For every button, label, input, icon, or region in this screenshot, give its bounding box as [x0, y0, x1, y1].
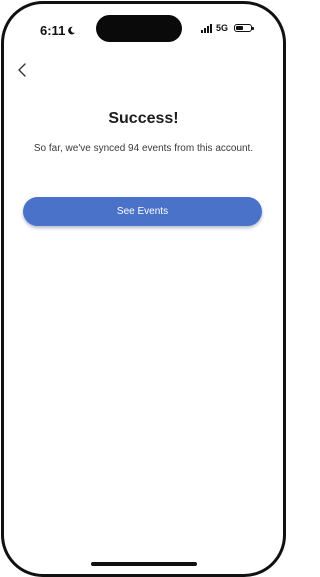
- sync-message: So far, we've synced 94 events from this…: [33, 143, 254, 154]
- status-time: 6:11: [40, 23, 76, 38]
- see-events-button[interactable]: See Events: [23, 197, 262, 226]
- back-button[interactable]: [12, 60, 32, 80]
- moon-icon: [68, 26, 76, 35]
- page-title: Success!: [108, 110, 179, 127]
- status-indicators: 5G: [201, 23, 255, 33]
- status-time-text: 6:11: [40, 23, 66, 38]
- status-bar: 6:11 5G: [4, 4, 283, 50]
- signal-icon: [201, 23, 213, 33]
- success-content: Success! So far, we've synced 94 events …: [4, 100, 283, 155]
- home-indicator[interactable]: [91, 562, 197, 566]
- battery-icon: [234, 24, 255, 32]
- phone-frame: 6:11 5G Success! So far, we've synced 94…: [1, 1, 286, 577]
- network-label: 5G: [216, 23, 229, 33]
- chevron-left-icon: [18, 63, 26, 77]
- dynamic-island: [96, 15, 182, 42]
